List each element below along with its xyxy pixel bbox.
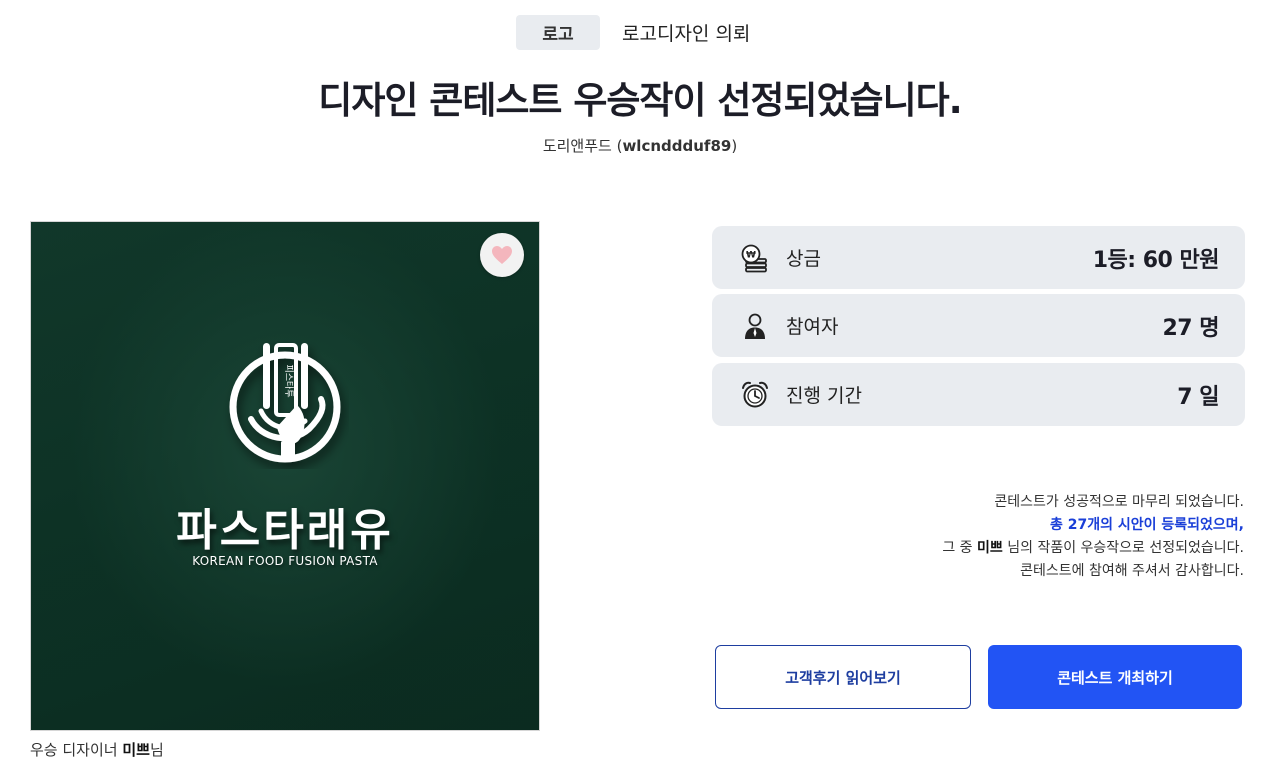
host-contest-button[interactable]: 콘테스트 개최하기 — [988, 645, 1242, 709]
stat-label: 상금 — [786, 248, 821, 270]
message-designer-name: 미쁘 — [977, 540, 1003, 556]
person-icon — [740, 311, 770, 341]
stat-value: 27 명 — [1162, 315, 1219, 341]
message-entries-count: 총 27개의 시안이 등록되었으며, — [1050, 517, 1244, 533]
client-info: 도리앤푸드 (wlcnddduf89) — [542, 137, 738, 155]
logo-tagline: KOREAN FOOD FUSION PASTA — [192, 554, 378, 568]
like-button[interactable] — [480, 233, 524, 277]
category-header: 로고 로고디자인 의뢰 — [516, 15, 750, 50]
logo-wordmark: 파스타래유 — [176, 505, 394, 556]
designer-name[interactable]: 미쁘 — [122, 741, 150, 759]
client-name: 도리앤푸드 — [542, 137, 612, 155]
stat-duration: 진행 기간 7 일 — [712, 363, 1245, 426]
stat-participants: 참여자 27 명 — [712, 294, 1245, 357]
logo-emblem-icon: 피스타투 — [229, 343, 341, 463]
category-title: 로고디자인 의뢰 — [622, 23, 751, 45]
designer-prefix: 우승 디자이너 — [30, 741, 118, 759]
designer-suffix: 님 — [149, 741, 164, 759]
client-id: wlcnddduf89 — [622, 137, 732, 155]
stat-label: 참여자 — [786, 316, 839, 338]
stat-value: 1등: 60 만원 — [1092, 247, 1220, 273]
message-suffix: 님의 작품이 우승작으로 선정되었습니다. — [1007, 540, 1244, 556]
completion-message: 콘테스트가 성공적으로 마무리 되었습니다. 총 27개의 시안이 등록되었으며… — [942, 491, 1244, 583]
page-title: 디자인 콘테스트 우승작이 선정되었습니다. — [318, 79, 962, 122]
stat-label: 진행 기간 — [786, 385, 862, 407]
message-line: 콘테스트에 참여해 주셔서 감사합니다. — [1020, 563, 1244, 579]
stat-prize: ₩ 상금 1등: 60 만원 — [712, 226, 1245, 289]
message-line: 콘테스트가 성공적으로 마무리 되었습니다. — [994, 494, 1244, 510]
svg-text:₩: ₩ — [746, 250, 756, 260]
heart-icon — [492, 246, 512, 264]
message-line: 그 중 미쁘 님의 작품이 우승작으로 선정되었습니다. — [942, 537, 1244, 560]
category-badge[interactable]: 로고 — [516, 15, 600, 50]
coin-stack-icon: ₩ — [740, 243, 770, 273]
winner-design-image[interactable]: 피스타투 파스타래유 KOREAN FOOD FUSION PASTA — [30, 221, 540, 731]
alarm-clock-icon — [740, 380, 770, 410]
stat-value: 7 일 — [1177, 384, 1219, 410]
winner-designer: 우승 디자이너 미쁘님 — [30, 739, 164, 760]
read-reviews-button[interactable]: 고객후기 읽어보기 — [715, 645, 971, 709]
logo-vertical-text: 피스타투 — [283, 364, 294, 397]
message-prefix: 그 중 — [942, 540, 973, 556]
